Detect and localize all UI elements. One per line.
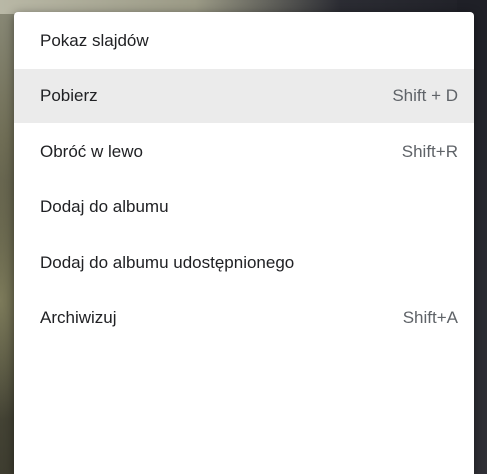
menu-item-label: Pokaz slajdów: [40, 31, 149, 50]
menu-item-label: Dodaj do albumu: [40, 197, 169, 217]
menu-item-archive[interactable]: Archiwizuj Shift+A: [14, 291, 474, 345]
menu-item-label: Dodaj do albumu udostępnionego: [40, 252, 295, 272]
menu-item-add-to-shared-album[interactable]: Dodaj do albumu udostępnionego: [14, 236, 474, 290]
menu-item-add-to-album[interactable]: Dodaj do albumu: [14, 180, 474, 234]
menu-item-shortcut: Shift+R: [401, 141, 458, 161]
menu-item-rotate-left[interactable]: Obróć w lewo Shift+R: [14, 125, 474, 179]
menu-item-download[interactable]: Pobierz Shift + D: [14, 69, 474, 124]
menu-item-slideshow[interactable]: Pokaz slajdów: [14, 14, 474, 68]
context-menu: Pokaz slajdów Pobierz Shift + D Obróć w …: [14, 12, 474, 474]
menu-item-label: Archiwizuj: [40, 307, 117, 327]
menu-item-shortcut: Shift + D: [392, 86, 458, 106]
menu-item-label: Pobierz: [40, 86, 98, 106]
menu-item-shortcut: Shift+A: [402, 307, 458, 327]
menu-item-label: Obróć w lewo: [40, 141, 143, 161]
